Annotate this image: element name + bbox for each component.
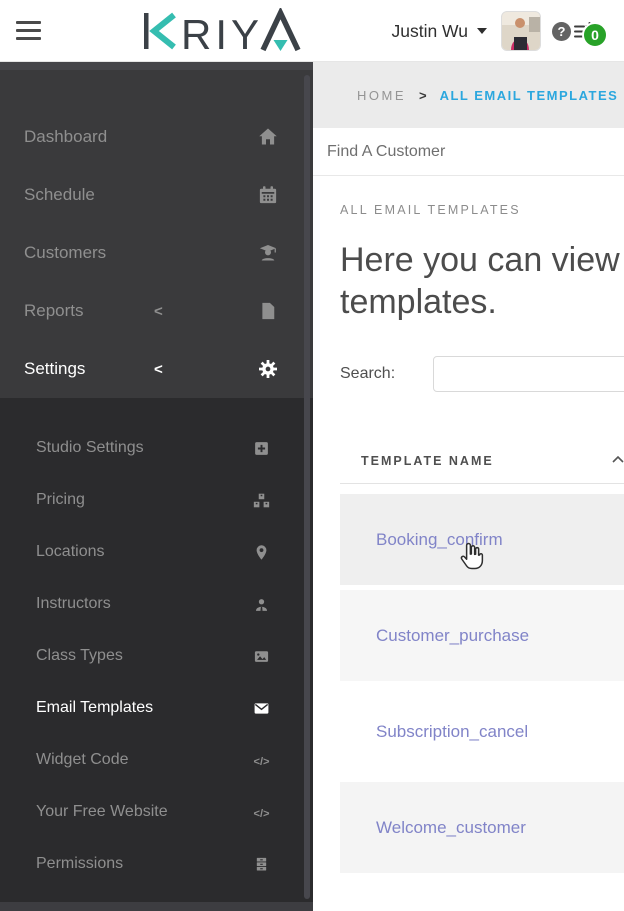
column-header-template-name[interactable]: TEMPLATE NAME [361, 454, 494, 468]
submenu-item-label: Permissions [36, 855, 124, 872]
submenu-item-pricing[interactable]: Pricing [0, 474, 313, 526]
submenu-item-widget-code[interactable]: Widget Code </> [0, 734, 313, 786]
sidebar-top-strip [0, 62, 313, 70]
sidebar-item-label: Settings [24, 359, 86, 378]
submenu-item-label: Studio Settings [36, 439, 144, 456]
image-icon [253, 648, 270, 665]
page-title: Here you can view templates. [340, 241, 620, 321]
sidebar-item-schedule[interactable]: Schedule [0, 166, 313, 224]
table-header: TEMPLATE NAME [340, 438, 624, 484]
notification-badge: 0 [582, 22, 608, 48]
search-label: Search: [340, 365, 396, 382]
breadcrumb-separator-icon: > [419, 87, 427, 103]
sidebar-scrollbar[interactable] [304, 75, 310, 899]
svg-text:RIY: RIY [181, 11, 263, 54]
map-pin-icon [253, 544, 270, 561]
search-row: Search: [340, 356, 624, 392]
settings-submenu: Studio Settings Pricing Locations Instructo… [0, 398, 313, 902]
submenu-item-email-templates[interactable]: Email Templates [0, 682, 313, 734]
avatar[interactable] [501, 11, 541, 51]
topbar-user-area: Justin Wu ? 0 [391, 0, 608, 62]
sidebar: Dashboard Schedule Customers Reports < Settin… [0, 62, 313, 911]
permissions-icon [253, 856, 270, 873]
sidebar-item-settings[interactable]: Settings < [0, 340, 313, 398]
pricing-icon [253, 492, 270, 509]
breadcrumb: HOME > ALL EMAIL TEMPLATES [313, 62, 624, 128]
template-name-link[interactable]: Booking_confirm [376, 530, 503, 550]
svg-text:</>: </> [253, 755, 270, 767]
submenu-item-label: Instructors [36, 595, 111, 612]
template-name-link[interactable]: Subscription_cancel [376, 722, 528, 742]
find-customer-input[interactable]: Find A Customer [313, 128, 624, 176]
submenu-item-label: Email Templates [36, 699, 154, 716]
hamburger-menu-icon[interactable] [16, 21, 41, 40]
submenu-item-permissions[interactable]: Permissions [0, 838, 313, 890]
caret-down-icon [477, 28, 487, 34]
template-row-subscription-cancel[interactable]: Subscription_cancel [340, 686, 624, 777]
template-name-link[interactable]: Welcome_customer [376, 818, 526, 838]
sidebar-item-customers[interactable]: Customers [0, 224, 313, 282]
template-name-link[interactable]: Customer_purchase [376, 626, 529, 646]
template-table-body: Booking_confirm Customer_purchase Subscrip… [340, 494, 624, 873]
submenu-item-label: Your Free Website [36, 803, 168, 820]
submenu-item-your-free-website[interactable]: Your Free Website </> [0, 786, 313, 838]
help-icon[interactable]: ? [552, 21, 571, 41]
submenu-item-label: Locations [36, 543, 105, 560]
breadcrumb-home-link[interactable]: HOME [357, 88, 406, 103]
sidebar-item-label: Dashboard [24, 127, 108, 146]
submenu-item-label: Widget Code [36, 751, 129, 768]
chevron-left-icon: < [154, 360, 163, 378]
chevron-left-icon: < [154, 302, 163, 320]
home-icon [258, 127, 278, 147]
sidebar-item-label: Reports [24, 301, 84, 320]
sidebar-item-dashboard[interactable]: Dashboard [0, 108, 313, 166]
brand-logo[interactable]: KRIYA RIY [144, 6, 304, 59]
document-icon [258, 301, 278, 321]
submenu-item-label: Class Types [36, 647, 123, 664]
section-label: ALL EMAIL TEMPLATES [340, 203, 521, 217]
sidebar-item-reports[interactable]: Reports < [0, 282, 313, 340]
page-content: ALL EMAIL TEMPLATES Here you can view te… [313, 176, 624, 873]
submenu-item-locations[interactable]: Locations [0, 526, 313, 578]
submenu-item-class-types[interactable]: Class Types [0, 630, 313, 682]
code-icon: </> [253, 804, 270, 821]
search-input[interactable] [433, 356, 624, 392]
main-content: HOME > ALL EMAIL TEMPLATES Find A Custom… [313, 62, 624, 911]
submenu-item-label: Pricing [36, 491, 85, 508]
sidebar-item-label: Schedule [24, 185, 95, 204]
plus-square-icon [253, 440, 270, 457]
template-row-customer-purchase[interactable]: Customer_purchase [340, 590, 624, 681]
code-icon: </> [253, 752, 270, 769]
user-menu[interactable]: Justin Wu [391, 21, 468, 42]
submenu-item-instructors[interactable]: Instructors [0, 578, 313, 630]
topbar: KRIYA RIY Justin Wu ? [0, 0, 624, 62]
template-row-welcome-customer[interactable]: Welcome_customer [340, 782, 624, 873]
sidebar-item-label: Customers [24, 243, 107, 262]
sidebar-bottom-strip [0, 902, 313, 911]
template-row-booking-confirm[interactable]: Booking_confirm [340, 494, 624, 585]
calendar-icon [258, 185, 278, 205]
sort-ascending-icon[interactable] [612, 450, 624, 468]
sidebar-nav: Dashboard Schedule Customers Reports < Settin… [0, 70, 313, 398]
envelope-icon [253, 700, 270, 717]
gear-icon [258, 359, 278, 379]
svg-text:</>: </> [253, 807, 270, 819]
customers-icon [258, 243, 278, 263]
breadcrumb-current: ALL EMAIL TEMPLATES [439, 87, 619, 103]
instructor-icon [253, 596, 270, 613]
submenu-item-studio-settings[interactable]: Studio Settings [0, 422, 313, 474]
